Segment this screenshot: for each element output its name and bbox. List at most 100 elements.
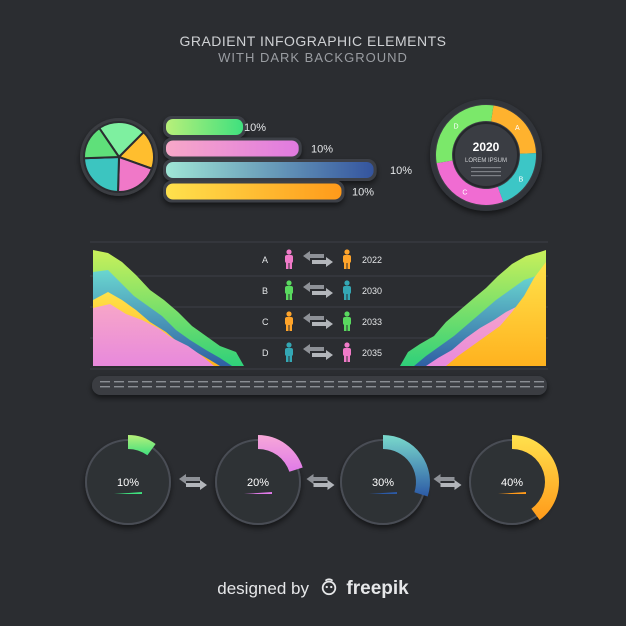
donut-segment-label: B <box>519 176 524 183</box>
caption-text-line <box>408 381 418 383</box>
person-icon <box>343 342 351 362</box>
caption-text-line <box>226 381 236 383</box>
caption-text-line <box>534 386 544 388</box>
caption-text-line <box>338 381 348 383</box>
caption-text-line <box>534 381 544 383</box>
caption-text-line <box>254 386 264 388</box>
bar-value-label: 10% <box>390 165 412 177</box>
caption-text-line <box>352 386 362 388</box>
caption-text-line <box>114 386 124 388</box>
caption-text-line <box>422 381 432 383</box>
caption-text-line <box>100 386 110 388</box>
swap-arrows-icon <box>433 474 462 490</box>
footer-credit: designed by freepik <box>0 578 626 600</box>
caption-text-line <box>436 386 446 388</box>
donut-center-text-line <box>471 175 501 177</box>
person-icon <box>285 280 293 300</box>
caption-text-line <box>380 386 390 388</box>
person-icon <box>285 311 293 331</box>
caption-text-line <box>506 381 516 383</box>
person-icon <box>285 249 293 269</box>
row-label: C <box>262 317 269 327</box>
row-year: 2022 <box>362 255 382 265</box>
ring-percent-label: 10% <box>117 477 139 489</box>
donut-center-text-line <box>471 167 501 169</box>
caption-text-line <box>506 386 516 388</box>
caption-text-line <box>464 386 474 388</box>
ring-percent-label: 30% <box>372 477 394 489</box>
caption-text-line <box>310 386 320 388</box>
caption-text-line <box>198 381 208 383</box>
caption-text-line <box>128 386 138 388</box>
caption-text-line <box>170 381 180 383</box>
row-label: D <box>262 348 269 358</box>
caption-text-line <box>170 386 180 388</box>
people-comparison-table: A 2022 B 2030 C 2033 D 2035 <box>262 249 382 362</box>
caption-text-line <box>464 381 474 383</box>
ring-percent-label: 40% <box>501 477 523 489</box>
bar-value-label: 10% <box>244 122 266 134</box>
freepik-logo-icon <box>321 578 336 596</box>
caption-text-line <box>478 386 488 388</box>
caption-text-line <box>212 386 222 388</box>
caption-text-line <box>100 381 110 383</box>
caption-text-line <box>478 381 488 383</box>
progress-rings: 10% 20% 30% 40% <box>85 434 560 525</box>
person-icon <box>343 280 351 300</box>
caption-text-line <box>296 381 306 383</box>
caption-text-line <box>226 386 236 388</box>
caption-text-line <box>296 386 306 388</box>
caption-text-line <box>436 381 446 383</box>
row-year: 2035 <box>362 348 382 358</box>
swap-arrows-icon <box>303 313 333 329</box>
swap-arrows-icon <box>306 474 335 490</box>
bar <box>166 119 244 135</box>
donut-center-text-line <box>471 171 501 173</box>
swap-arrows-icon <box>303 251 333 267</box>
pie-slice <box>82 155 121 194</box>
caption-text-line <box>366 386 376 388</box>
swap-arrows-icon <box>179 474 207 490</box>
caption-text-line <box>184 381 194 383</box>
caption-text-line <box>520 386 530 388</box>
donut-center <box>453 122 519 188</box>
caption-text-line <box>184 386 194 388</box>
bar-value-label: 10% <box>352 187 374 199</box>
caption-text-line <box>240 386 250 388</box>
person-icon <box>285 342 293 362</box>
caption-text-line <box>394 381 404 383</box>
caption-text-line <box>352 381 362 383</box>
ring-percent-label: 20% <box>247 477 269 489</box>
caption-text-line <box>156 381 166 383</box>
caption-text-line <box>338 386 348 388</box>
caption-text-line <box>394 386 404 388</box>
swap-arrows-icon <box>303 282 333 298</box>
donut-chart-2020: A B C D 2020 LOREM IPSUM <box>430 99 542 211</box>
designed-by-label: designed by <box>217 579 309 598</box>
caption-text-line <box>282 386 292 388</box>
caption-text-line <box>128 381 138 383</box>
caption-text-line <box>450 386 460 388</box>
bar-value-label: 10% <box>311 144 333 156</box>
donut-segment-label: C <box>462 189 467 196</box>
caption-text-line <box>408 386 418 388</box>
bar <box>166 140 299 157</box>
caption-text-line <box>520 381 530 383</box>
donut-center-subtitle: LOREM IPSUM <box>465 158 507 164</box>
caption-text-line <box>142 386 152 388</box>
horizontal-bar-chart: 10% 10% 10% 10% <box>163 116 412 203</box>
caption-text-line <box>240 381 250 383</box>
caption-text-line <box>450 381 460 383</box>
caption-text-line <box>156 386 166 388</box>
caption-text-line <box>282 381 292 383</box>
person-icon <box>343 249 351 269</box>
infographic-canvas: 10% 10% 10% 10% A B C D 2020 LOREM IPSUM A 2022 B 2… <box>80 99 560 525</box>
caption-text-line <box>492 386 502 388</box>
small-pie-chart <box>80 118 158 196</box>
caption-text-line <box>366 381 376 383</box>
swap-arrows-icon <box>303 344 333 360</box>
caption-text-line <box>324 381 334 383</box>
caption-text-line <box>268 386 278 388</box>
caption-text-line <box>492 381 502 383</box>
row-label: A <box>262 255 268 265</box>
